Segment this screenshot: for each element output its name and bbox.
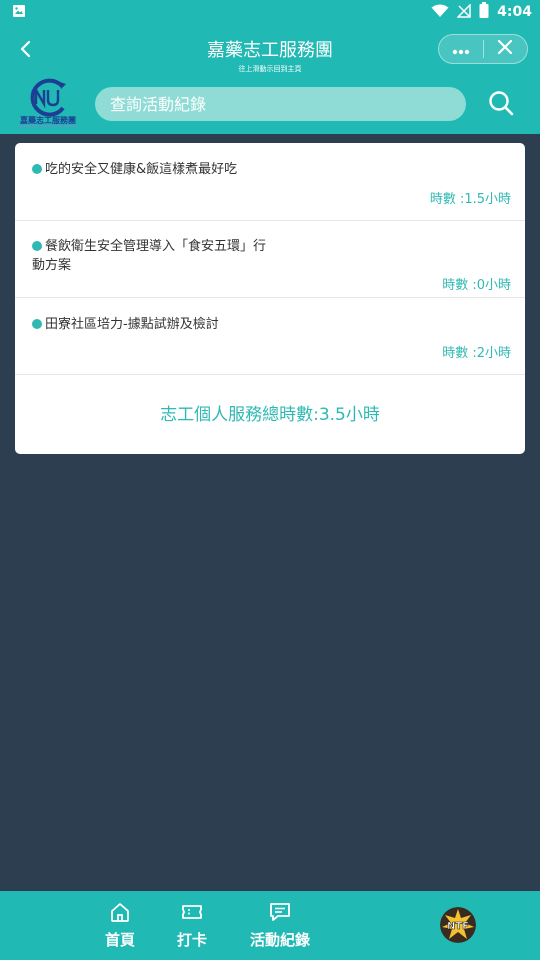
record-item[interactable]: 餐飲衛生安全管理導入「食安五環」行動方案 時數 :0小時 bbox=[15, 221, 525, 298]
ticket-icon bbox=[181, 901, 203, 923]
record-item[interactable]: 田寮社區培力-據點試辦及檢討 時數 :2小時 bbox=[15, 298, 525, 375]
tab-label: 打卡 bbox=[176, 931, 207, 949]
mini-program-capsule bbox=[438, 34, 528, 64]
total-hours: 志工個人服務總時數:3.5小時 bbox=[160, 405, 380, 425]
logo: 嘉藥志工服務團 bbox=[14, 78, 82, 130]
records-card: 吃的安全又健康&飯這樣煮最好吃 時數 :1.5小時 餐飲衛生安全管理導入「食安五… bbox=[15, 143, 525, 454]
no-signal-icon bbox=[456, 2, 471, 22]
tab-checkin[interactable]: 打卡 bbox=[168, 891, 216, 960]
record-item[interactable]: 吃的安全又健康&飯這樣煮最好吃 時數 :1.5小時 bbox=[15, 143, 525, 221]
avatar-text: NTF bbox=[447, 921, 469, 932]
record-title: 田寮社區培力-據點試辦及檢討 bbox=[45, 317, 219, 332]
home-icon bbox=[109, 901, 131, 923]
more-button[interactable] bbox=[439, 35, 483, 63]
bullet-dot-icon bbox=[32, 319, 42, 329]
tab-label: 首頁 bbox=[104, 931, 135, 949]
more-icon bbox=[452, 40, 470, 59]
close-button[interactable] bbox=[484, 35, 528, 63]
bottom-tab-bar: 首頁 打卡 活動紀錄 NTF bbox=[0, 891, 540, 960]
tab-label: 活動紀錄 bbox=[249, 931, 310, 949]
record-hours: 時數 :1.5小時 bbox=[429, 192, 511, 207]
page-subtitle: 往上滑動示回到主頁 bbox=[238, 65, 302, 73]
status-time: 4:04 bbox=[497, 4, 532, 20]
record-title: 吃的安全又健康&飯這樣煮最好吃 bbox=[45, 162, 238, 177]
record-hours: 時數 :2小時 bbox=[442, 346, 511, 361]
close-icon bbox=[497, 39, 513, 59]
record-hours: 時數 :0小時 bbox=[442, 278, 511, 293]
image-icon bbox=[12, 3, 26, 22]
battery-icon bbox=[479, 2, 489, 22]
bullet-dot-icon bbox=[32, 241, 42, 251]
logo-underline bbox=[18, 125, 78, 127]
nav-bar: 嘉藥志工服務團 往上滑動示回到主頁 bbox=[0, 24, 540, 76]
record-title: 餐飲衛生安全管理導入「食安五環」行動方案 bbox=[32, 239, 267, 273]
wifi-icon bbox=[431, 3, 449, 22]
bullet-dot-icon bbox=[32, 164, 42, 174]
status-bar: 4:04 bbox=[0, 0, 540, 24]
logo-icon bbox=[30, 78, 66, 117]
search-button[interactable] bbox=[486, 90, 516, 120]
search-bar: 嘉藥志工服務團 bbox=[0, 76, 540, 134]
search-icon bbox=[488, 90, 514, 120]
search-input[interactable] bbox=[95, 87, 466, 121]
tab-home[interactable]: 首頁 bbox=[96, 891, 144, 960]
avatar[interactable]: NTF bbox=[440, 907, 476, 943]
tab-activity-records[interactable]: 活動紀錄 bbox=[243, 891, 317, 960]
chat-list-icon bbox=[268, 901, 292, 923]
